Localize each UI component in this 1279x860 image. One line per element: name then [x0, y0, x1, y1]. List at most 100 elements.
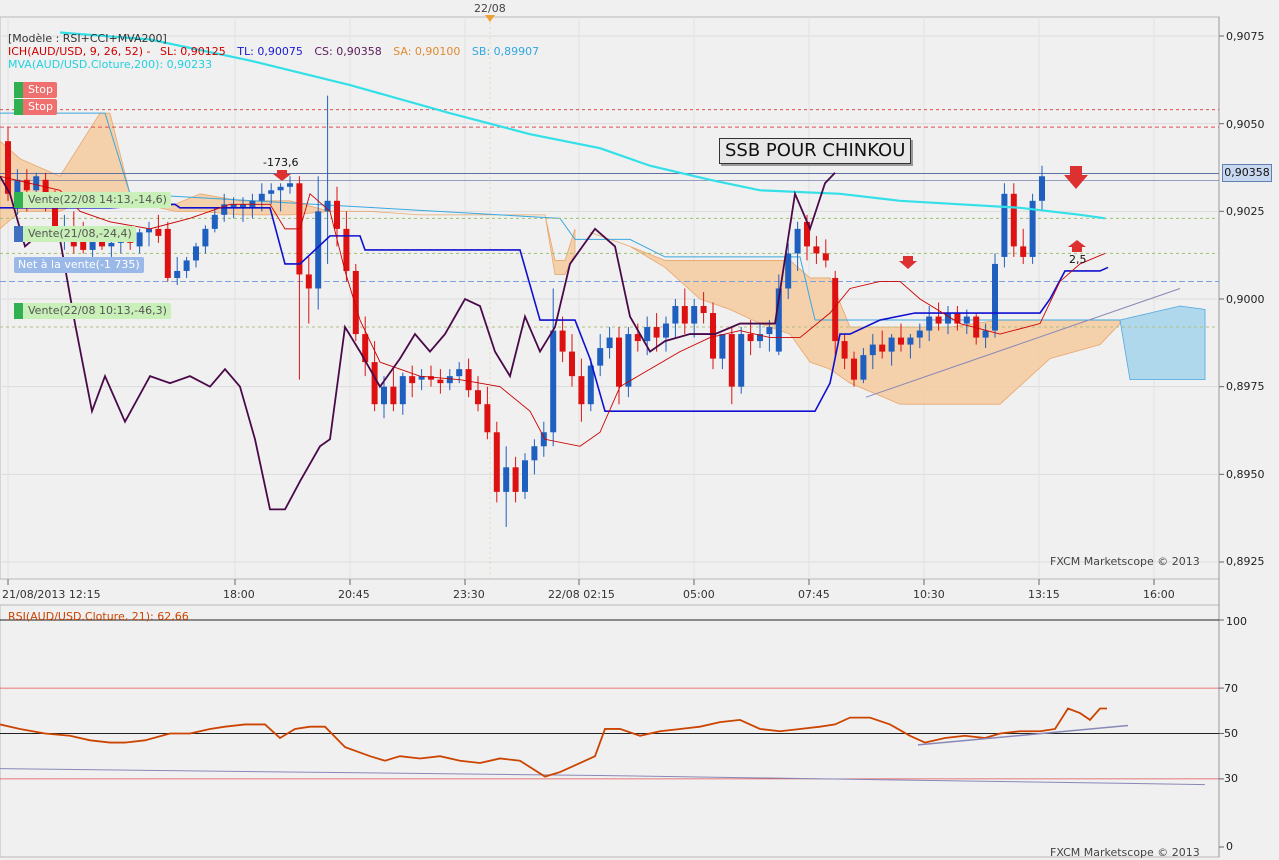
candle-body: [136, 232, 143, 247]
candle-body: [371, 362, 378, 405]
candle-body: [503, 467, 510, 492]
candle-body: [437, 379, 444, 384]
candle-body: [935, 316, 942, 324]
x-tick-label: 21/08/2013 12:15: [2, 588, 101, 601]
candle-body: [155, 228, 162, 236]
x-tick-label: 22/08 02:15: [548, 588, 615, 601]
trade-value-label: 2,5: [1069, 253, 1087, 266]
candle-body: [898, 337, 904, 345]
candle-body: [1020, 246, 1027, 257]
candle-body: [766, 327, 773, 335]
candle-body: [569, 351, 575, 377]
sell-position-tag[interactable]: Vente(22/08 10:13,-46,3): [14, 303, 171, 319]
candle-body: [691, 306, 698, 324]
candle-body: [512, 467, 519, 492]
trade-value-label: -173,6: [263, 156, 299, 169]
candle-body: [399, 376, 406, 405]
current-price-badge: 0,90358: [1222, 164, 1272, 182]
candle-body: [578, 376, 585, 405]
candle-body: [446, 376, 453, 384]
candle-body: [183, 260, 190, 271]
candle-body: [616, 337, 622, 387]
rsi-tick-label: 100: [1226, 615, 1247, 628]
candle-body: [287, 183, 293, 187]
candle-body: [1039, 176, 1045, 201]
candle-body: [268, 190, 275, 194]
ich-sl: SL: 0,90125: [159, 45, 226, 58]
candle-body: [644, 327, 651, 342]
candle-body: [747, 334, 754, 342]
candle-body: [663, 323, 669, 338]
chart-canvas: [0, 15, 1224, 858]
candle-body: [888, 337, 895, 352]
candle-body: [813, 246, 820, 254]
y-tick-label: 0,9000: [1226, 293, 1265, 306]
candle-body: [409, 376, 416, 384]
net-position-tag[interactable]: Net à la vente(-1 735): [14, 257, 144, 273]
x-tick-label: 13:15: [1028, 588, 1060, 601]
y-tick-label: 0,9075: [1226, 30, 1265, 43]
candle-body: [653, 327, 660, 338]
candle-body: [522, 460, 528, 492]
y-tick-label: 0,8975: [1226, 380, 1265, 393]
sell-position-tag[interactable]: Vente(21/08,-24,4): [14, 226, 136, 242]
candle-body: [164, 228, 171, 278]
candle-body: [916, 330, 923, 338]
stop-order-tag[interactable]: Stop: [14, 82, 58, 98]
candle-body: [550, 330, 557, 433]
x-tick-label: 10:30: [913, 588, 945, 601]
candle-body: [672, 306, 679, 324]
candle-body: [484, 404, 491, 433]
candle-body: [381, 386, 387, 405]
rsi-tick-label: 30: [1224, 772, 1238, 785]
rsi-tick-label: 50: [1224, 727, 1238, 740]
candle-body: [794, 228, 801, 254]
candle-body: [700, 306, 707, 314]
candle-body: [174, 270, 181, 278]
candle-body: [851, 358, 857, 380]
y-tick-label: 0,8925: [1226, 555, 1265, 568]
ich-name: ICH(AUD/USD, 9, 26, 52) -: [8, 45, 151, 58]
candle-body: [305, 274, 312, 289]
candle-body: [352, 270, 359, 335]
x-tick-label: 23:30: [453, 588, 485, 601]
candle-body: [907, 337, 914, 345]
y-tick-label: 0,9025: [1226, 205, 1265, 218]
candle-body: [211, 214, 218, 229]
candle-body: [992, 263, 998, 331]
candle-body: [879, 344, 886, 352]
ich-tl: TL: 0,90075: [237, 45, 303, 58]
candle-body: [258, 193, 265, 201]
watermark: FXCM Marketscope © 2013: [1050, 555, 1200, 568]
x-tick-label: 20:45: [338, 588, 370, 601]
candle-body: [597, 348, 604, 366]
ich-sb: SB: 0,89907: [471, 45, 540, 58]
candle-body: [277, 186, 284, 191]
x-tick-label: 05:00: [683, 588, 715, 601]
x-tick-label: 07:45: [798, 588, 830, 601]
candle-body: [390, 386, 397, 405]
candle-body: [108, 242, 115, 247]
candle-body: [841, 341, 848, 359]
x-tick-label: 18:00: [223, 588, 255, 601]
candle-body: [860, 355, 867, 380]
annotation-box: SSB POUR CHINKOU: [719, 138, 912, 164]
candle-body: [822, 253, 829, 261]
candle-body: [531, 446, 538, 461]
candle-body: [465, 369, 472, 391]
candle-body: [728, 334, 735, 387]
y-tick-label: 0,8950: [1226, 468, 1265, 481]
candle-body: [334, 200, 340, 229]
stop-order-tag[interactable]: Stop: [14, 99, 58, 115]
candle-body: [1010, 193, 1017, 247]
candle-body: [710, 313, 716, 359]
sell-position-tag[interactable]: Vente(22/08 14:13,-14,6): [14, 192, 171, 208]
ichimoku-cloud-bear: [1119, 305, 1206, 381]
ichimoku-legend: ICH(AUD/USD, 9, 26, 52) - SL: 0,90125 TL…: [8, 45, 539, 58]
watermark: FXCM Marketscope © 2013: [1050, 846, 1200, 859]
mva-legend: MVA(AUD/USD.Cloture,200): 0,90233: [8, 58, 213, 71]
x-tick-label: 16:00: [1143, 588, 1175, 601]
candle-body: [738, 334, 745, 387]
candle-body: [785, 253, 792, 289]
candle-body: [719, 334, 726, 359]
